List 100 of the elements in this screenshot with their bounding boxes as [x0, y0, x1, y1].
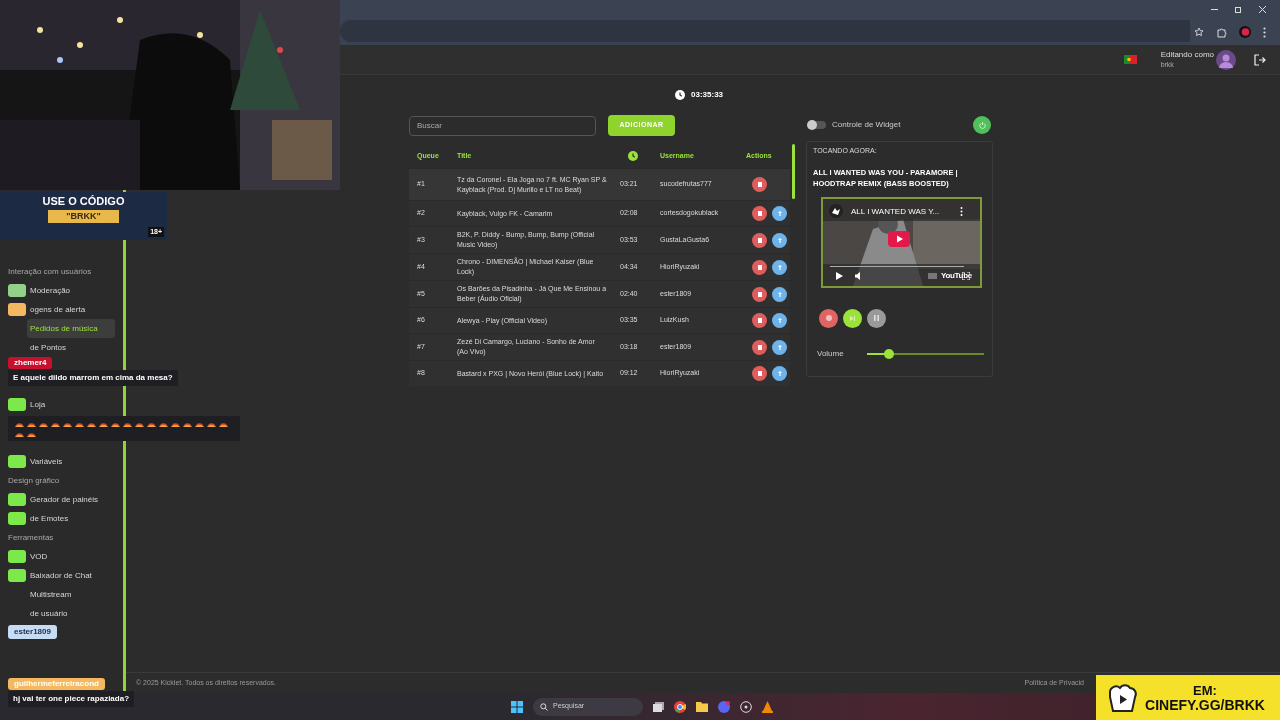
delete-button[interactable]	[752, 366, 767, 381]
arrow-up-icon	[777, 318, 782, 323]
popcorn-play-icon	[1106, 682, 1140, 713]
volume-label: Volume	[817, 347, 845, 360]
arrow-up-icon	[777, 291, 782, 297]
chat-username-tag: ester1809	[8, 625, 57, 639]
skip-icon	[850, 315, 855, 321]
avatar-icon[interactable]	[1216, 49, 1236, 70]
arrow-up-icon	[777, 264, 782, 270]
scrollbar-thumb[interactable]	[792, 144, 795, 199]
move-up-button[interactable]	[772, 339, 787, 355]
delete-button[interactable]	[752, 286, 767, 302]
promo-code: "BRKK"	[48, 210, 119, 223]
chat-username-tag: zhemer4	[8, 357, 53, 369]
trash-icon	[757, 371, 762, 376]
sidebar-item[interactable]: ogens de alerta	[27, 300, 115, 319]
channel-icon	[829, 203, 843, 218]
cone-icon[interactable]	[762, 700, 773, 713]
sidebar-item[interactable]: Moderação	[27, 281, 115, 300]
captions-icon[interactable]	[928, 272, 937, 279]
chat-username-tag	[8, 569, 26, 582]
move-up-button[interactable]	[772, 286, 787, 302]
youtube-logo[interactable]: YouTube	[941, 269, 972, 282]
puzzle-icon[interactable]	[1216, 26, 1227, 38]
sidebar-item[interactable]: Pedidos de música	[27, 319, 115, 338]
close-icon	[825, 315, 832, 321]
profile-icon[interactable]	[1239, 26, 1251, 38]
delete-button[interactable]	[752, 339, 767, 355]
sidebar-item[interactable]: Baixador de Chat	[27, 566, 115, 585]
widget-toggle[interactable]	[808, 121, 826, 129]
arrow-up-icon	[777, 237, 782, 243]
delete-button[interactable]	[752, 177, 767, 192]
trash-icon	[757, 318, 762, 323]
search-field[interactable]: Buscar	[409, 115, 596, 136]
more-icon[interactable]	[1263, 26, 1266, 38]
task-view-icon[interactable]	[653, 701, 664, 712]
delete-button[interactable]	[752, 232, 767, 248]
toggle-label: Controle de Widget	[832, 119, 901, 131]
pause-icon	[874, 315, 879, 321]
delete-button[interactable]	[752, 206, 767, 221]
stop-button[interactable]	[819, 308, 838, 328]
video-title: ALL I WANTED WAS Y...	[851, 205, 940, 218]
delete-button[interactable]	[752, 259, 767, 275]
promo-heading: USE O CÓDIGO	[42, 195, 125, 208]
chat-username-tag	[8, 550, 26, 563]
browser-icon[interactable]	[674, 700, 686, 713]
start-icon[interactable]	[511, 700, 523, 713]
chat-message: E aquele dildo marrom em cima da mesa?	[8, 370, 178, 386]
restore-icon[interactable]	[1235, 6, 1242, 13]
sidebar-section-label: Interação com usuários	[8, 266, 92, 278]
arrow-up-icon	[777, 344, 782, 350]
chat-username-tag	[8, 303, 26, 316]
minimize-icon[interactable]	[1211, 6, 1218, 13]
sidebar-item[interactable]: de Emotes	[27, 509, 115, 528]
sidebar-item[interactable]: de usuário	[27, 604, 115, 623]
skip-button[interactable]	[843, 308, 862, 328]
sidebar-item[interactable]: Variáveis	[27, 452, 115, 471]
star-icon[interactable]	[1194, 27, 1204, 37]
sidebar-section-label: Ferramentas	[8, 532, 54, 544]
more-icon[interactable]	[960, 206, 963, 216]
sidebar-item[interactable]: Gerador de painéis	[27, 490, 115, 509]
recorder-icon[interactable]	[740, 700, 752, 713]
move-up-button[interactable]	[772, 366, 787, 381]
logout-icon[interactable]	[1254, 53, 1266, 66]
close-icon[interactable]	[1259, 6, 1266, 13]
sidebar-item[interactable]: de Pontos	[27, 338, 115, 357]
pause-button[interactable]	[867, 308, 886, 328]
trash-icon	[757, 344, 762, 350]
delete-button[interactable]	[752, 313, 767, 328]
duration-icon	[628, 151, 638, 161]
chat-username-tag	[8, 493, 26, 506]
search-icon	[540, 702, 548, 711]
chat-username-tag	[8, 398, 26, 411]
power-icon	[978, 121, 986, 129]
banner-url: CINEFY.GG/BRKK	[1145, 697, 1265, 713]
volume-icon[interactable]	[855, 271, 862, 280]
move-up-button[interactable]	[772, 232, 787, 248]
chat-username-tag: guilhermeferreiracond	[8, 678, 105, 690]
video-player[interactable]: ALL I WANTED WAS Y... YouTube	[821, 196, 982, 288]
move-up-button[interactable]	[772, 259, 787, 275]
arrow-up-icon	[777, 211, 782, 216]
move-up-button[interactable]	[772, 206, 787, 221]
sidebar-item[interactable]: VOD	[27, 547, 115, 566]
trash-icon	[757, 211, 762, 216]
sidebar-section-label: Design gráfico	[8, 475, 60, 487]
flag-icon[interactable]	[1123, 55, 1137, 64]
banner-line: EM:	[1193, 682, 1217, 698]
sidebar-item[interactable]: Multistream	[27, 585, 115, 604]
folder-icon[interactable]	[696, 701, 708, 712]
clock-time: 03:35:33	[691, 89, 724, 101]
trash-icon	[757, 182, 762, 187]
chat-username-tag	[8, 455, 26, 468]
play-icon[interactable]	[836, 271, 843, 280]
fullscreen-icon[interactable]	[962, 271, 970, 280]
chat-app-icon[interactable]	[718, 700, 730, 713]
power-button[interactable]	[973, 116, 991, 134]
clock-icon	[675, 90, 685, 100]
volume-thumb[interactable]	[884, 348, 895, 359]
move-up-button[interactable]	[772, 313, 787, 328]
sidebar-item[interactable]: Loja	[27, 395, 115, 414]
